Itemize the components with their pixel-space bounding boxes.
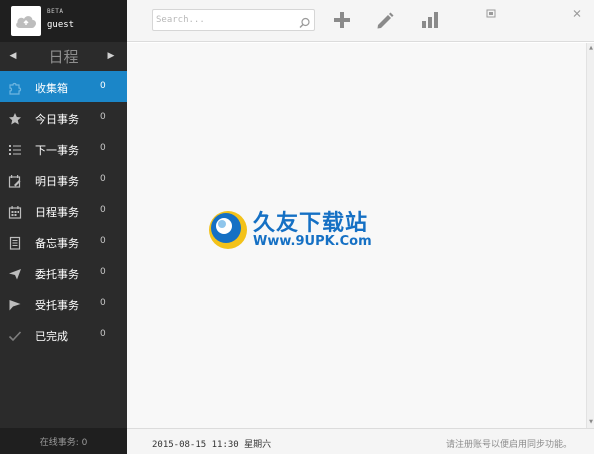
sidebar-item-received[interactable]: 受托事务 0 [0,288,127,319]
sidebar-item-count: 0 [100,205,106,215]
sidebar-item-completed[interactable]: 已完成 0 [0,319,127,350]
calendar-edit-icon [8,173,22,188]
sidebar-item-next[interactable]: 下一事务 0 [0,133,127,164]
send-icon [8,266,22,280]
nav-list: 收集箱 0 今日事务 0 下一事务 0 明日事务 0 日程事务 0 备忘事务 0… [0,71,127,350]
date-nav: ◀ 日程 ▶ [0,42,127,71]
sidebar-item-count: 0 [100,81,106,91]
sidebar-item-label: 日程事务 [35,206,79,219]
flag-icon [8,297,22,311]
stats-button[interactable] [419,9,441,31]
add-button[interactable] [331,9,353,31]
list-icon [8,142,22,155]
toolbar [127,0,594,42]
sidebar-item-label: 下一事务 [35,144,79,157]
username: guest [47,20,75,30]
search-icon[interactable] [299,14,311,28]
sidebar: BETA guest ◀ 日程 ▶ 收集箱 0 今日事务 0 下一事务 0 明日… [0,0,127,454]
close-icon[interactable] [572,3,582,17]
sidebar-item-delegated[interactable]: 委托事务 0 [0,257,127,288]
profile-header: BETA guest [0,0,127,42]
online-status: 在线事务: 0 [39,438,88,448]
calendar-icon [8,204,22,219]
avatar[interactable] [11,6,41,36]
puzzle-icon [8,80,22,95]
sidebar-item-count: 0 [100,174,106,184]
scroll-down-icon[interactable]: ▼ [588,419,594,425]
sidebar-item-today[interactable]: 今日事务 0 [0,102,127,133]
sidebar-item-count: 0 [100,236,106,246]
sidebar-item-label: 委托事务 [35,268,79,281]
sidebar-item-count: 0 [100,298,106,308]
edit-button[interactable] [374,9,396,31]
watermark-logo-icon [209,211,247,249]
sidebar-item-label: 已完成 [35,330,68,343]
sidebar-item-count: 0 [100,143,106,153]
vertical-scrollbar[interactable]: ▲ ▼ [586,43,594,428]
beta-badge: BETA [47,8,64,15]
search-box [152,9,315,31]
sidebar-item-label: 明日事务 [35,175,79,188]
sidebar-item-inbox[interactable]: 收集箱 0 [0,71,127,102]
plus-icon [334,12,350,28]
sidebar-item-label: 备忘事务 [35,237,79,250]
sync-hint: 请注册账号以便启用同步功能。 [445,440,572,450]
sidebar-item-count: 0 [100,112,106,122]
restore-window-icon[interactable] [486,3,496,18]
sidebar-item-label: 收集箱 [35,82,68,95]
sidebar-item-schedule[interactable]: 日程事务 0 [0,195,127,226]
check-icon [8,328,22,342]
cloud-icon [16,16,37,28]
status-bar: 2015-08-15 11:30 星期六 请注册账号以便启用同步功能。 [127,428,594,454]
sidebar-footer: 在线事务: 0 [0,428,127,454]
star-icon [8,111,22,125]
sidebar-item-count: 0 [100,329,106,339]
sidebar-item-label: 今日事务 [35,113,79,126]
pencil-icon [377,12,394,29]
watermark-url: Www.9UPK.Com [253,234,372,249]
sidebar-item-memo[interactable]: 备忘事务 0 [0,226,127,257]
scroll-up-icon[interactable]: ▲ [588,45,594,51]
sidebar-item-count: 0 [100,267,106,277]
memo-icon [8,235,22,250]
sidebar-item-label: 受托事务 [35,299,79,312]
chevron-right-icon[interactable]: ▶ [106,50,116,62]
bar-chart-icon [422,12,438,28]
current-datetime: 2015-08-15 11:30 星期六 [152,440,272,450]
sidebar-item-tomorrow[interactable]: 明日事务 0 [0,164,127,195]
search-input[interactable] [156,13,296,27]
watermark: 久友下载站 Www.9UPK.Com [205,203,395,259]
watermark-title: 久友下载站 [253,211,369,236]
